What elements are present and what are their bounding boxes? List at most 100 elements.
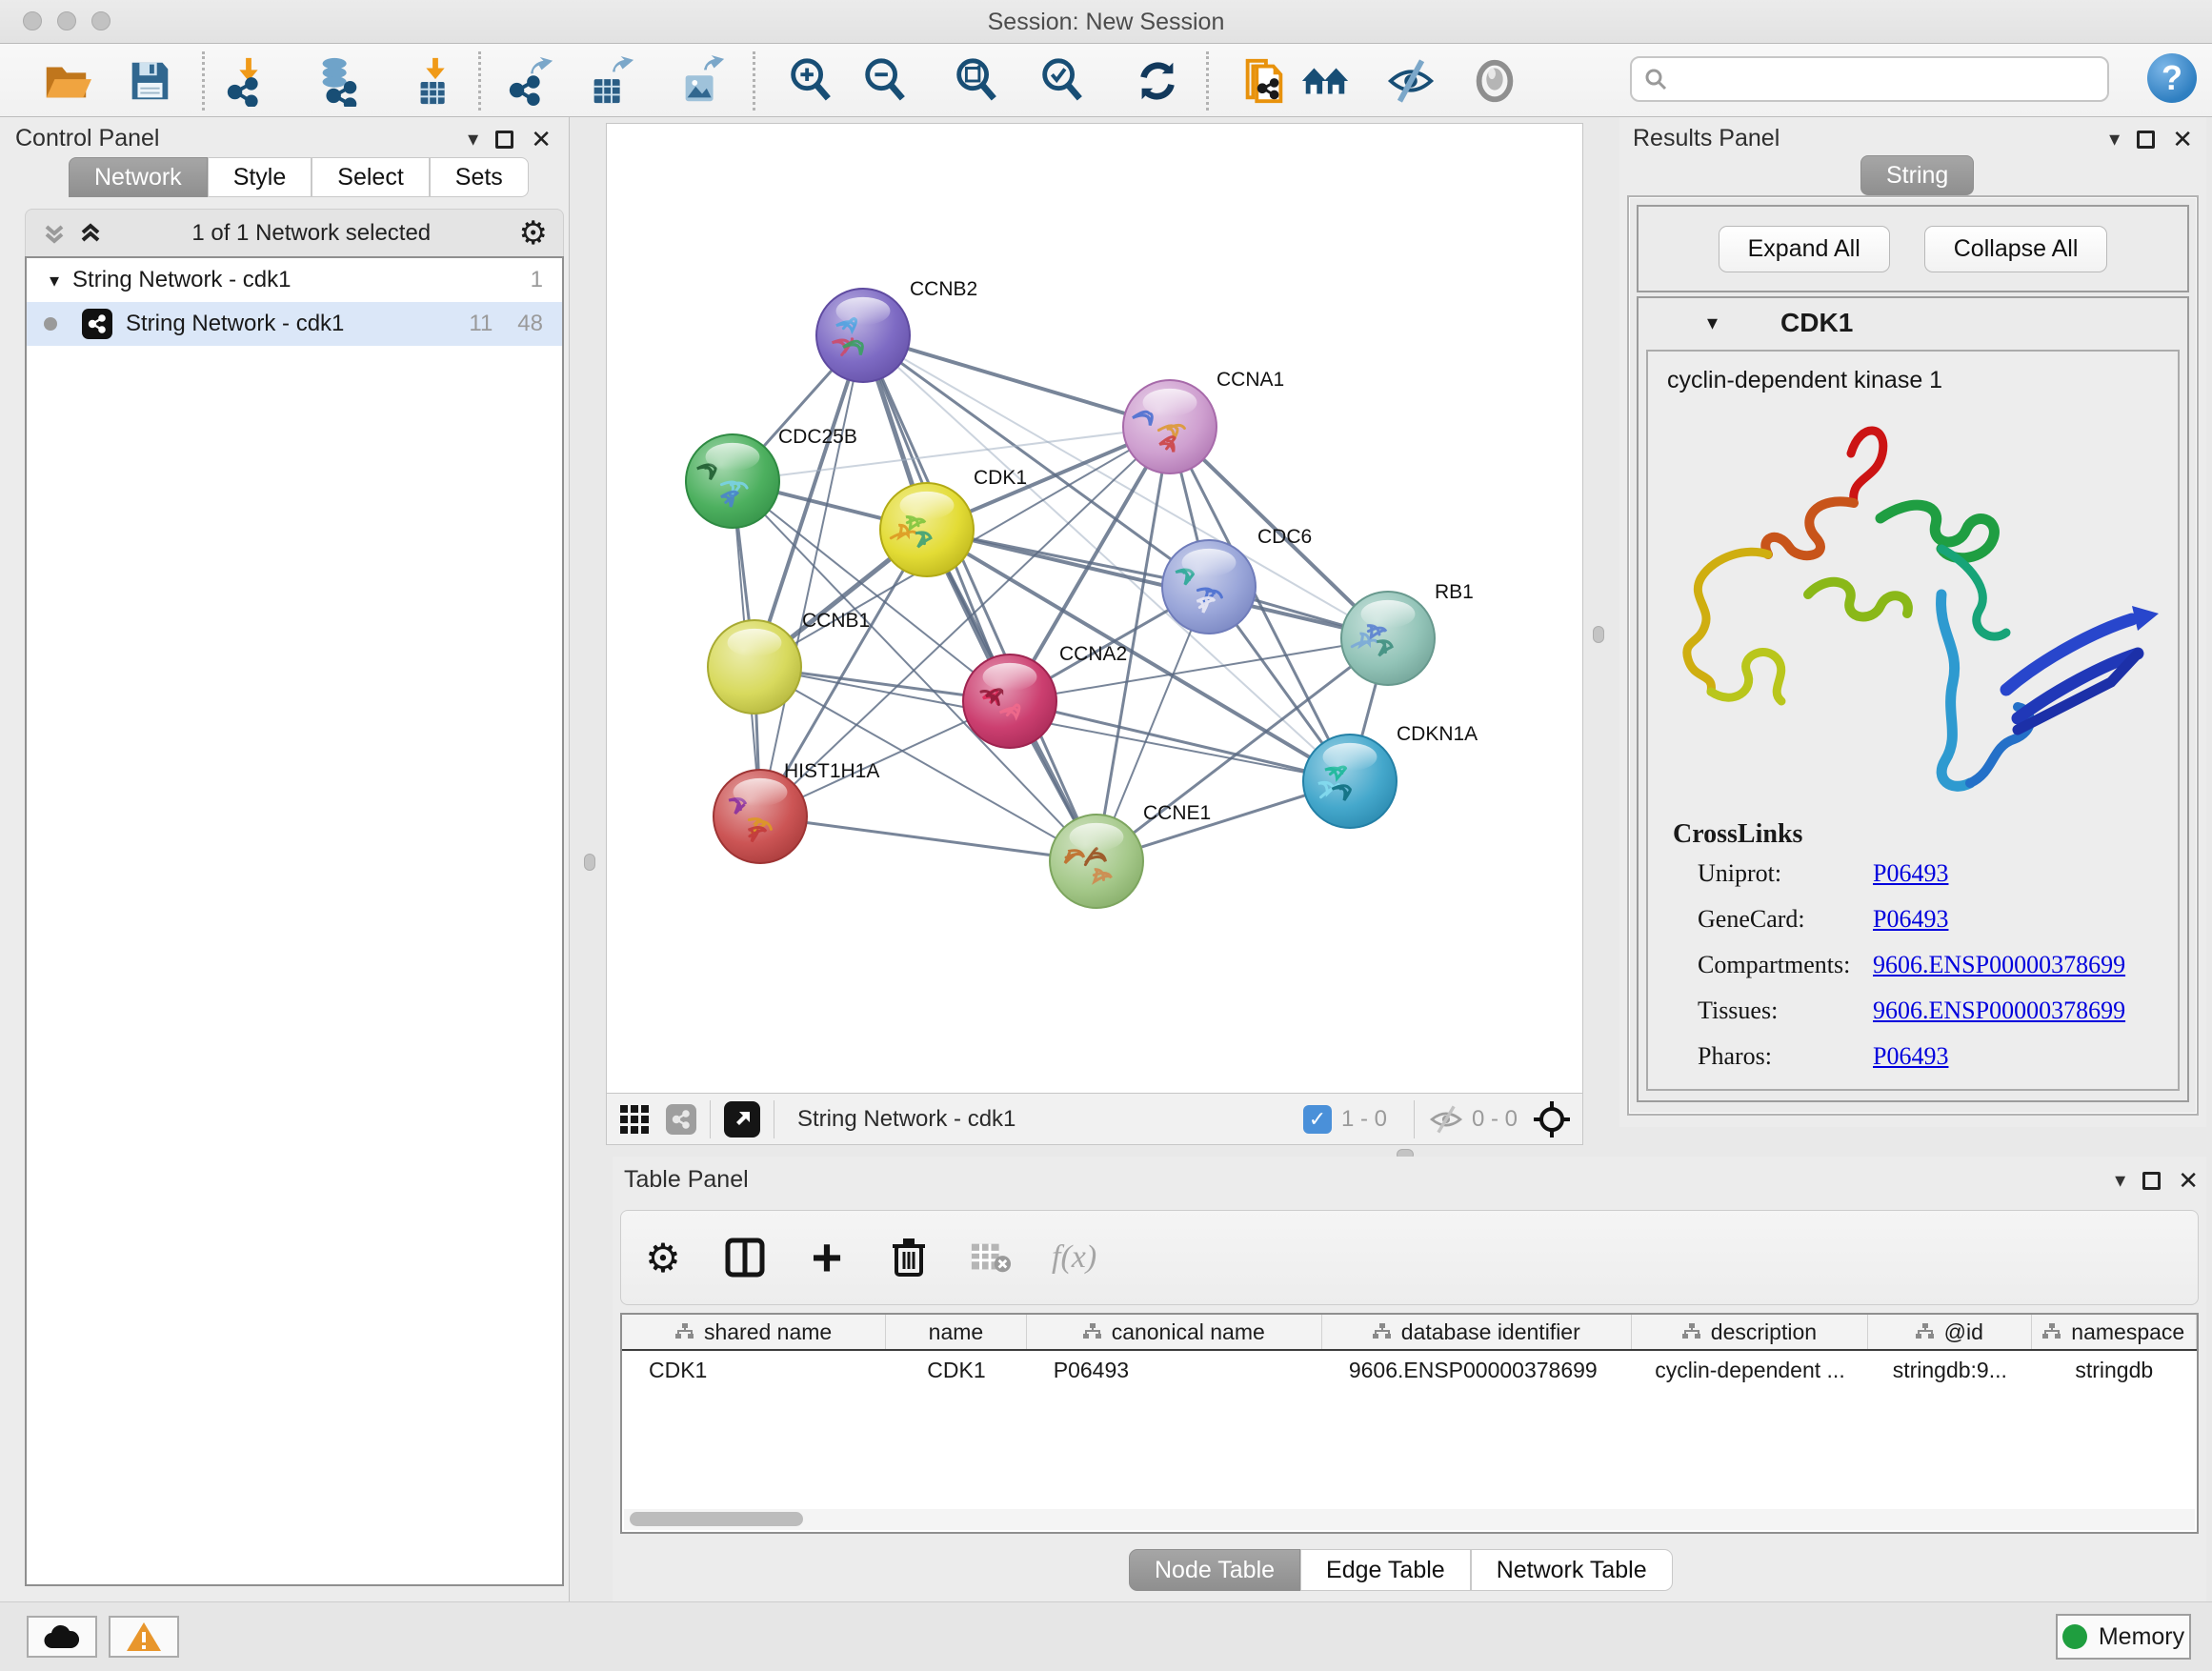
table-row[interactable]: CDK1CDK1P064939606.ENSP00000378699cyclin… (622, 1351, 2197, 1389)
column-header-database-identifier[interactable]: database identifier (1322, 1315, 1632, 1349)
birdseye-view-icon[interactable] (724, 1101, 760, 1137)
open-session-button[interactable] (38, 53, 93, 109)
share-document-button[interactable] (1237, 53, 1292, 109)
import-table-button[interactable] (408, 53, 463, 109)
table-cell[interactable]: stringdb (2032, 1358, 2197, 1383)
node-CCNB1[interactable]: CCNB1 (708, 610, 870, 714)
crosslink-link[interactable]: 9606.ENSP00000378699 (1873, 997, 2125, 1025)
edge-CCNB2-CCNA1[interactable] (863, 335, 1170, 427)
protein-structure-image (1656, 404, 2170, 814)
show-eye-button[interactable] (1467, 53, 1522, 109)
expand-all-icon[interactable] (77, 219, 104, 248)
node-HIST1H1A[interactable]: HIST1H1A (714, 760, 879, 863)
node-CDC6[interactable]: CDC6 (1162, 526, 1312, 634)
panel-menu-caret[interactable]: ▾ (2109, 127, 2120, 151)
panel-menu-caret[interactable]: ▾ (2115, 1168, 2125, 1193)
control-panel: Control Panel ▾ ✕ Network Style Select S… (0, 117, 570, 1601)
tab-network[interactable]: Network (69, 157, 208, 197)
collapse-all-button[interactable]: Collapse All (1924, 226, 2108, 272)
panel-float-button[interactable] (495, 131, 513, 149)
node-CCNA1[interactable]: CCNA1 (1123, 369, 1284, 473)
add-column-icon[interactable]: + (806, 1237, 848, 1278)
tab-edge-table[interactable]: Edge Table (1300, 1549, 1471, 1591)
table-cell[interactable]: P06493 (1027, 1358, 1322, 1383)
panel-close-button[interactable]: ✕ (2178, 1168, 2199, 1193)
memory-button[interactable]: Memory (2056, 1614, 2191, 1660)
table-hscrollbar[interactable] (624, 1509, 2195, 1530)
tab-style[interactable]: Style (208, 157, 312, 197)
cloud-status-button[interactable] (27, 1616, 97, 1658)
column-header-canonical-name[interactable]: canonical name (1027, 1315, 1322, 1349)
search-input[interactable] (1630, 56, 2109, 102)
save-session-button[interactable] (122, 53, 177, 109)
toolbar-separator (710, 1100, 711, 1138)
edge-CDK1-RB1[interactable] (927, 530, 1388, 638)
import-database-button[interactable] (311, 53, 366, 109)
import-network-button[interactable] (221, 53, 276, 109)
column-header--id[interactable]: @id (1868, 1315, 2031, 1349)
hscrollbar-thumb[interactable] (630, 1512, 803, 1526)
node-CCNB2[interactable]: CCNB2 (816, 278, 977, 382)
table-options-gear-icon[interactable]: ⚙ (642, 1237, 684, 1278)
tab-network-table[interactable]: Network Table (1471, 1549, 1673, 1591)
panel-float-button[interactable] (2142, 1172, 2161, 1190)
expand-all-button[interactable]: Expand All (1719, 226, 1890, 272)
crosshair-icon[interactable] (1533, 1100, 1571, 1138)
zoom-in-icon (785, 55, 836, 107)
tab-node-table[interactable]: Node Table (1129, 1549, 1300, 1591)
export-image-button[interactable] (674, 53, 730, 109)
help-button[interactable]: ? (2147, 53, 2197, 103)
selected-checkbox-icon[interactable]: ✓ (1303, 1105, 1332, 1134)
column-header-description[interactable]: description (1632, 1315, 1868, 1349)
splitter-handle-right[interactable] (1593, 626, 1604, 643)
table-cell[interactable]: stringdb:9... (1868, 1358, 2031, 1383)
export-network-button[interactable] (503, 53, 558, 109)
string-home-button[interactable] (1297, 53, 1353, 109)
network-canvas[interactable]: CCNB2CCNA1CDC25BCDK1CDC6RB1CCNB1CCNA2CDK… (606, 123, 1583, 1094)
network-label: String Network - cdk1 (126, 311, 469, 337)
tree-expand-caret[interactable]: ▾ (50, 269, 59, 292)
network-share-view-icon[interactable] (666, 1104, 696, 1135)
collapse-all-icon[interactable] (41, 219, 68, 248)
network-row[interactable]: String Network - cdk1 11 48 (27, 302, 562, 346)
panel-close-button[interactable]: ✕ (2172, 127, 2193, 151)
table-cell[interactable]: cyclin-dependent ... (1632, 1358, 1868, 1383)
column-header-shared-name[interactable]: shared name (622, 1315, 886, 1349)
tab-string[interactable]: String (1860, 155, 1974, 195)
delete-column-trash-icon[interactable] (888, 1237, 930, 1278)
export-table-button[interactable] (583, 53, 638, 109)
edge-CCNB2-HIST1H1A[interactable] (760, 335, 863, 816)
refresh-button[interactable] (1130, 53, 1185, 109)
network-options-gear-icon[interactable]: ⚙ (519, 214, 548, 252)
crosslink-link[interactable]: P06493 (1873, 859, 1948, 888)
crosslink-link[interactable]: P06493 (1873, 1042, 1948, 1071)
panel-float-button[interactable] (2137, 131, 2155, 149)
edge-HIST1H1A-CCNE1[interactable] (760, 816, 1096, 861)
crosslink-link[interactable]: 9606.ENSP00000378699 (1873, 951, 2125, 979)
node-RB1[interactable]: RB1 (1341, 581, 1474, 685)
zoom-out-button[interactable] (857, 53, 913, 109)
table-cell[interactable]: CDK1 (622, 1358, 886, 1383)
table-cell[interactable]: 9606.ENSP00000378699 (1322, 1358, 1632, 1383)
zoom-fit-button[interactable] (949, 53, 1004, 109)
zoom-selected-button[interactable] (1035, 53, 1090, 109)
hide-selected-button[interactable] (1383, 53, 1438, 109)
tab-select[interactable]: Select (312, 157, 429, 197)
gene-collapse-caret[interactable]: ▾ (1707, 311, 1718, 335)
network-graph[interactable]: CCNB2CCNA1CDC25BCDK1CDC6RB1CCNB1CCNA2CDK… (607, 124, 1582, 1093)
column-header-namespace[interactable]: namespace (2032, 1315, 2197, 1349)
edge-CCNB2-CCNE1[interactable] (863, 335, 1096, 861)
table-cell[interactable]: CDK1 (886, 1358, 1027, 1383)
panel-close-button[interactable]: ✕ (531, 127, 552, 151)
splitter-handle-left[interactable] (584, 854, 595, 871)
grid-view-icon[interactable] (618, 1103, 651, 1136)
tab-sets[interactable]: Sets (430, 157, 529, 197)
network-collection-row[interactable]: ▾ String Network - cdk1 1 (27, 258, 562, 302)
panel-menu-caret[interactable]: ▾ (468, 127, 478, 151)
warnings-button[interactable] (109, 1616, 179, 1658)
show-columns-icon[interactable] (724, 1237, 766, 1278)
column-header-name[interactable]: name (886, 1315, 1027, 1349)
crosslink-link[interactable]: P06493 (1873, 905, 1948, 934)
zoom-in-button[interactable] (783, 53, 838, 109)
node-CDKN1A[interactable]: CDKN1A (1303, 723, 1478, 828)
